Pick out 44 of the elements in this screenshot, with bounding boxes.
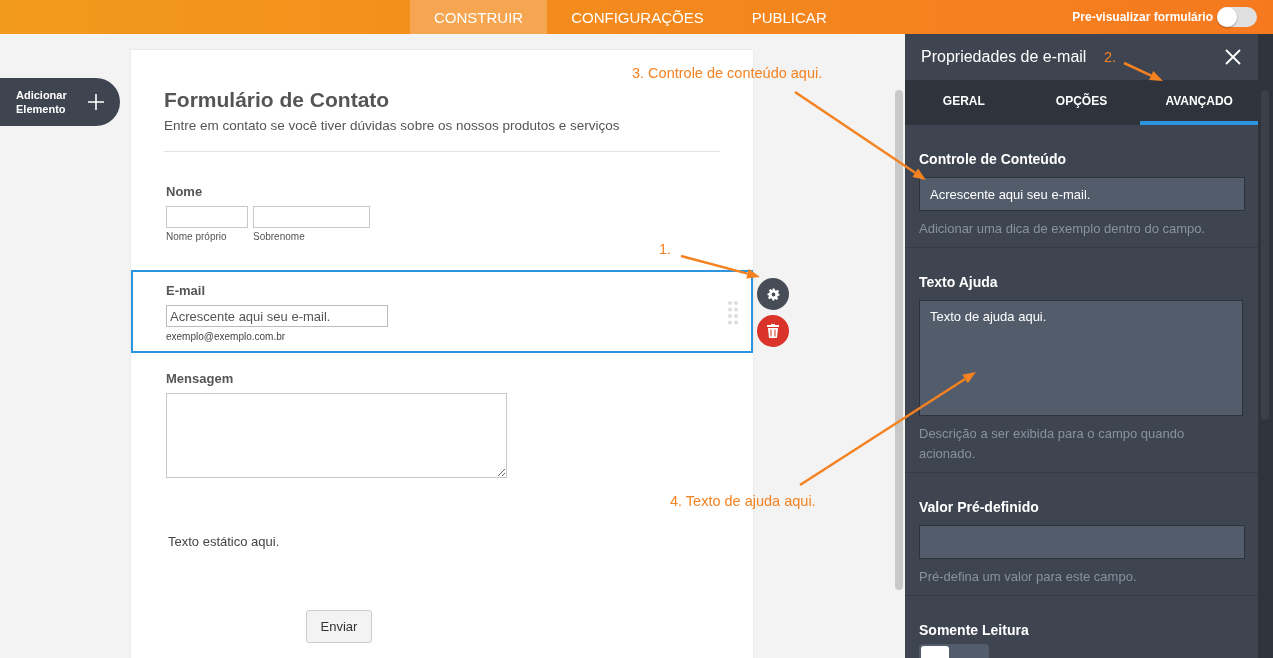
field-label: Nome — [166, 184, 204, 199]
close-icon — [1224, 48, 1242, 66]
message-field[interactable] — [166, 393, 507, 478]
panel-title: Propriedades de e-mail — [921, 48, 1087, 66]
submit-button[interactable]: Enviar — [305, 610, 373, 643]
property-label: Valor Pré-definido — [919, 499, 1040, 515]
scrollbar[interactable] — [895, 90, 903, 590]
form-subtitle: Entre em contato se você tiver dúvidas sobre os nossos produtos e serviços — [164, 118, 621, 133]
property-hint: Descrição a ser exibida para o campo quando acionado. — [919, 425, 1186, 463]
delete-button[interactable] — [757, 315, 789, 347]
property-label: Somente Leitura — [919, 622, 1030, 638]
annotation-text: 1. — [659, 241, 672, 257]
add-element-button[interactable]: Adicionar Elemento — [0, 78, 120, 126]
property-hint: Adicionar uma dica de exemplo dentro do campo. — [919, 220, 1207, 238]
first-name-field[interactable] — [166, 206, 248, 228]
panel-tab[interactable]: OPÇÕES — [1022, 80, 1141, 125]
trash-icon — [767, 324, 779, 338]
field-hint: exemplo@exemplo.com.br — [166, 331, 287, 342]
static-text: Texto estático aqui. — [167, 534, 281, 549]
text-area[interactable]: Texto de ajuda aqui. — [919, 300, 1243, 416]
field-sublabel: Sobrenome — [253, 231, 306, 242]
property-label: Texto Ajuda — [919, 274, 999, 290]
field-label: E-mail — [166, 283, 206, 298]
plus-icon — [88, 94, 104, 110]
text-field[interactable] — [919, 525, 1245, 559]
field-sublabel: Nome próprio — [166, 231, 228, 242]
annotation-text: 2. — [1104, 49, 1117, 65]
settings-button[interactable] — [757, 278, 789, 310]
annotation-text: 3. Controle de conteúdo aqui. — [632, 65, 823, 81]
preview-toggle[interactable] — [1217, 7, 1257, 27]
preview-label: Pre-visualizar formulário — [1072, 10, 1213, 24]
drag-handle-icon[interactable] — [727, 300, 739, 326]
field-label: Mensagem — [166, 371, 235, 386]
form-title: Formulário de Contato — [164, 88, 391, 112]
settings-icon — [766, 287, 780, 301]
email-field[interactable]: Acrescente aqui seu e-mail. — [166, 305, 388, 327]
panel-tab[interactable]: GERAL — [905, 80, 1023, 125]
close-button[interactable] — [1224, 48, 1242, 66]
annotation-text: 4. Texto de ajuda aqui. — [670, 493, 816, 509]
property-hint: Pré-defina um valor para este campo. — [919, 568, 1138, 586]
annotation-arrow — [1123, 61, 1163, 81]
text-field[interactable]: Acrescente aqui seu e-mail. — [919, 177, 1245, 211]
last-name-field[interactable] — [253, 206, 370, 228]
property-label: Controle de Conteúdo — [919, 151, 1067, 167]
